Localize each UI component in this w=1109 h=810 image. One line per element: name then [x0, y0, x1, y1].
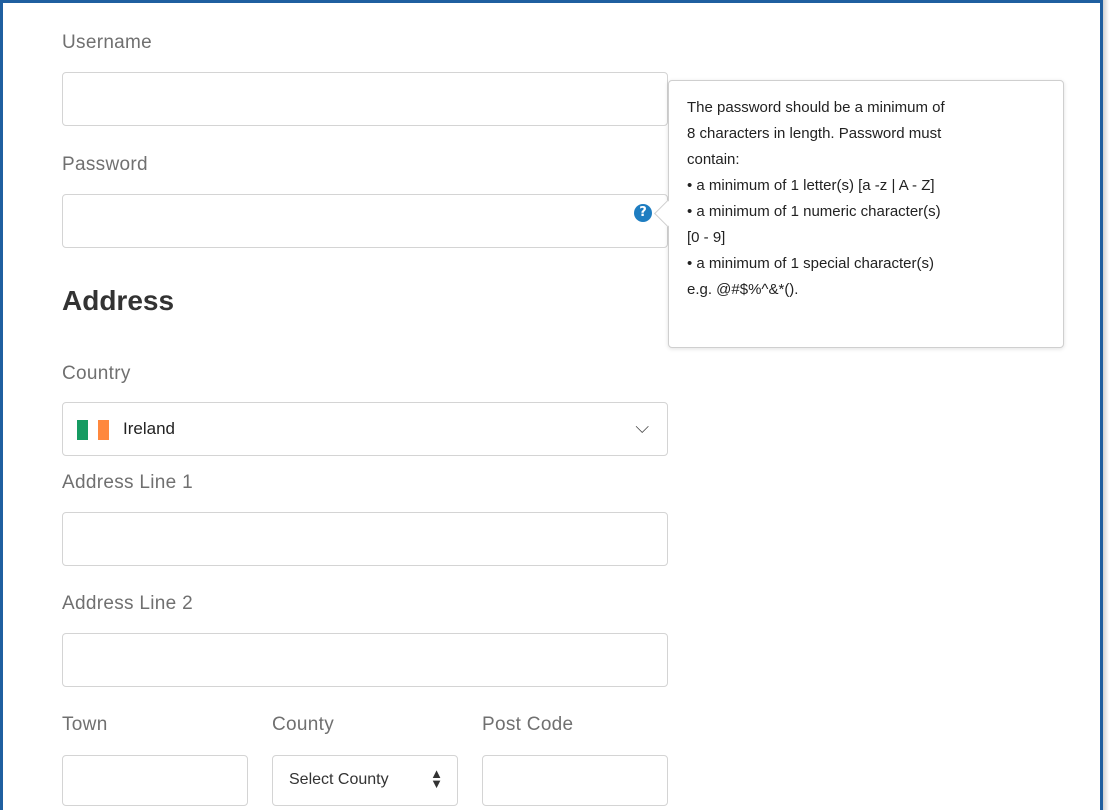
address-line-2-label: Address Line 2	[62, 593, 193, 614]
ireland-flag-icon	[77, 420, 110, 440]
address-line-1-input[interactable]	[62, 512, 668, 566]
username-label: Username	[62, 32, 153, 53]
tooltip-line: • a minimum of 1 special character(s)	[687, 255, 934, 272]
password-label: Password	[62, 154, 148, 175]
tooltip-line: [0 - 9]	[687, 229, 726, 246]
town-label: Town	[62, 714, 108, 735]
county-select-value: Select County	[289, 771, 389, 788]
tooltip-line: 8 characters in length. Password must	[687, 125, 942, 142]
tooltip-line: e.g. @#$%^&*().	[687, 281, 799, 298]
password-tooltip: The password should be a minimum of 8 ch…	[668, 80, 1064, 348]
country-select[interactable]: Ireland ⌵	[62, 402, 668, 456]
country-label: Country	[62, 363, 131, 384]
question-icon[interactable]: ?	[634, 204, 652, 222]
username-input[interactable]	[62, 72, 668, 126]
county-label: County	[272, 714, 335, 735]
postcode-input[interactable]	[482, 755, 668, 806]
country-value: Ireland	[123, 419, 175, 438]
tooltip-line: • a minimum of 1 letter(s) [a -z | A - Z…	[687, 177, 935, 194]
address-line-2-input[interactable]	[62, 633, 668, 687]
town-input[interactable]	[62, 755, 248, 806]
window-shadow	[1103, 0, 1109, 810]
address-heading: Address	[62, 285, 175, 316]
tooltip-line: The password should be a minimum of	[687, 99, 945, 116]
address-line-1-label: Address Line 1	[62, 472, 193, 493]
chevron-down-icon: ⌵	[635, 417, 649, 437]
postcode-label: Post Code	[482, 714, 574, 735]
county-select[interactable]: Select County ▲ ▼	[272, 755, 458, 806]
sort-arrows-icon: ▲ ▼	[430, 766, 443, 791]
tooltip-line: contain:	[687, 151, 740, 168]
password-input[interactable]	[62, 194, 668, 248]
tooltip-line: • a minimum of 1 numeric character(s)	[687, 203, 941, 220]
